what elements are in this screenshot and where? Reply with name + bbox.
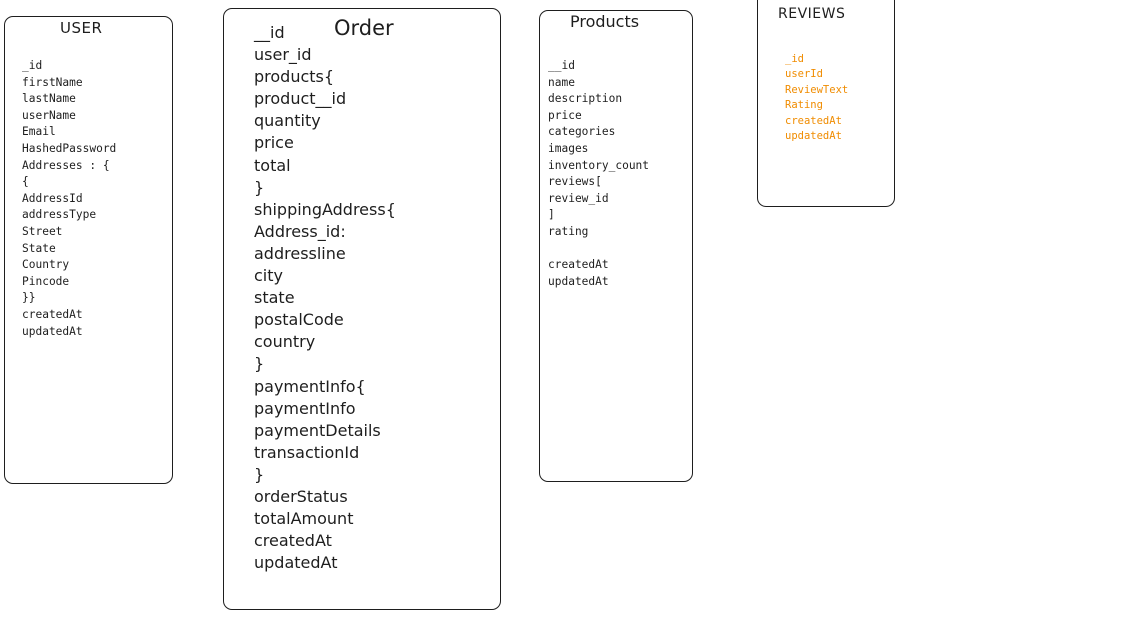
user-field: Addresses : {: [22, 158, 110, 172]
user-field-list: _id firstName lastName userName Email HashedP…: [22, 58, 116, 340]
reviews-field: ReviewText: [785, 83, 849, 96]
order-field: transactionId: [254, 442, 360, 462]
products-field: name: [548, 75, 575, 89]
products-field: categories: [548, 125, 616, 139]
products-field-list: __idname description price categories images…: [548, 58, 649, 290]
order-field: products{: [254, 67, 335, 87]
order-field: total: [254, 155, 291, 175]
order-field: updatedAt: [254, 553, 338, 573]
products-field: description: [548, 92, 623, 106]
reviews-field: _id: [785, 53, 804, 65]
products-field: createdAt: [548, 258, 609, 272]
user-field: State: [22, 241, 56, 255]
order-field: orderStatus: [254, 486, 348, 506]
products-field: updatedAt: [548, 274, 609, 288]
user-field: HashedPassword: [22, 141, 117, 155]
products-field: price: [548, 108, 582, 122]
user-field: updatedAt: [22, 324, 83, 338]
products-field: [548, 241, 649, 258]
user-field: firstName: [22, 75, 83, 89]
order-field: city: [254, 266, 283, 286]
user-field: }}: [22, 291, 36, 305]
order-field: createdAt: [254, 531, 332, 551]
user-field: {: [22, 175, 29, 189]
order-field: Address_id:: [254, 221, 346, 241]
user-field: userName: [22, 108, 76, 122]
order-field: user_id: [254, 45, 312, 65]
reviews-field: Rating: [785, 99, 823, 112]
order-field: }: [254, 177, 265, 197]
order-field-list: __id user_id products{product__id quantity p…: [254, 22, 396, 574]
user-field: Country: [22, 258, 70, 272]
order-field: country: [254, 332, 316, 352]
order-field: totalAmount: [254, 509, 354, 529]
products-field: review_id: [548, 191, 609, 205]
order-field: __id: [254, 23, 285, 42]
products-entity-title: Products: [570, 12, 640, 31]
user-field: _id: [22, 59, 43, 72]
order-field: }: [254, 354, 265, 374]
order-field: shippingAddress{: [254, 199, 396, 219]
reviews-entity-title: REVIEWS: [778, 6, 846, 22]
user-field: AddressId: [22, 191, 83, 205]
order-field: paymentDetails: [254, 420, 381, 440]
products-field: inventory_count: [548, 158, 650, 172]
products-field: ]: [548, 208, 555, 222]
order-field: }: [254, 464, 265, 484]
order-field: addressline: [254, 243, 346, 263]
order-field: product__id: [254, 89, 347, 109]
order-field: state: [254, 288, 295, 308]
products-field: rating: [548, 224, 589, 238]
products-field: images: [548, 141, 589, 155]
user-field: addressType: [22, 208, 97, 222]
products-field: __id: [548, 59, 575, 72]
reviews-field: createdAt: [785, 114, 842, 127]
user-field: Street: [22, 224, 63, 238]
order-field: paymentInfo: [254, 398, 356, 418]
user-field: Email: [22, 125, 56, 139]
user-entity-title: USER: [60, 19, 103, 37]
reviews-field: updatedAt: [785, 130, 842, 143]
user-field: createdAt: [22, 307, 83, 321]
reviews-field-list: _id userId ReviewText Rating createdAt update…: [785, 52, 848, 144]
order-field: quantity: [254, 111, 321, 131]
reviews-field: userId: [785, 68, 823, 81]
order-field: postalCode: [254, 310, 344, 330]
user-field: lastName: [22, 92, 76, 106]
order-field: paymentInfo{: [254, 376, 366, 396]
user-field: Pincode: [22, 274, 70, 288]
order-field: price: [254, 133, 294, 153]
products-field: reviews[: [548, 175, 602, 189]
